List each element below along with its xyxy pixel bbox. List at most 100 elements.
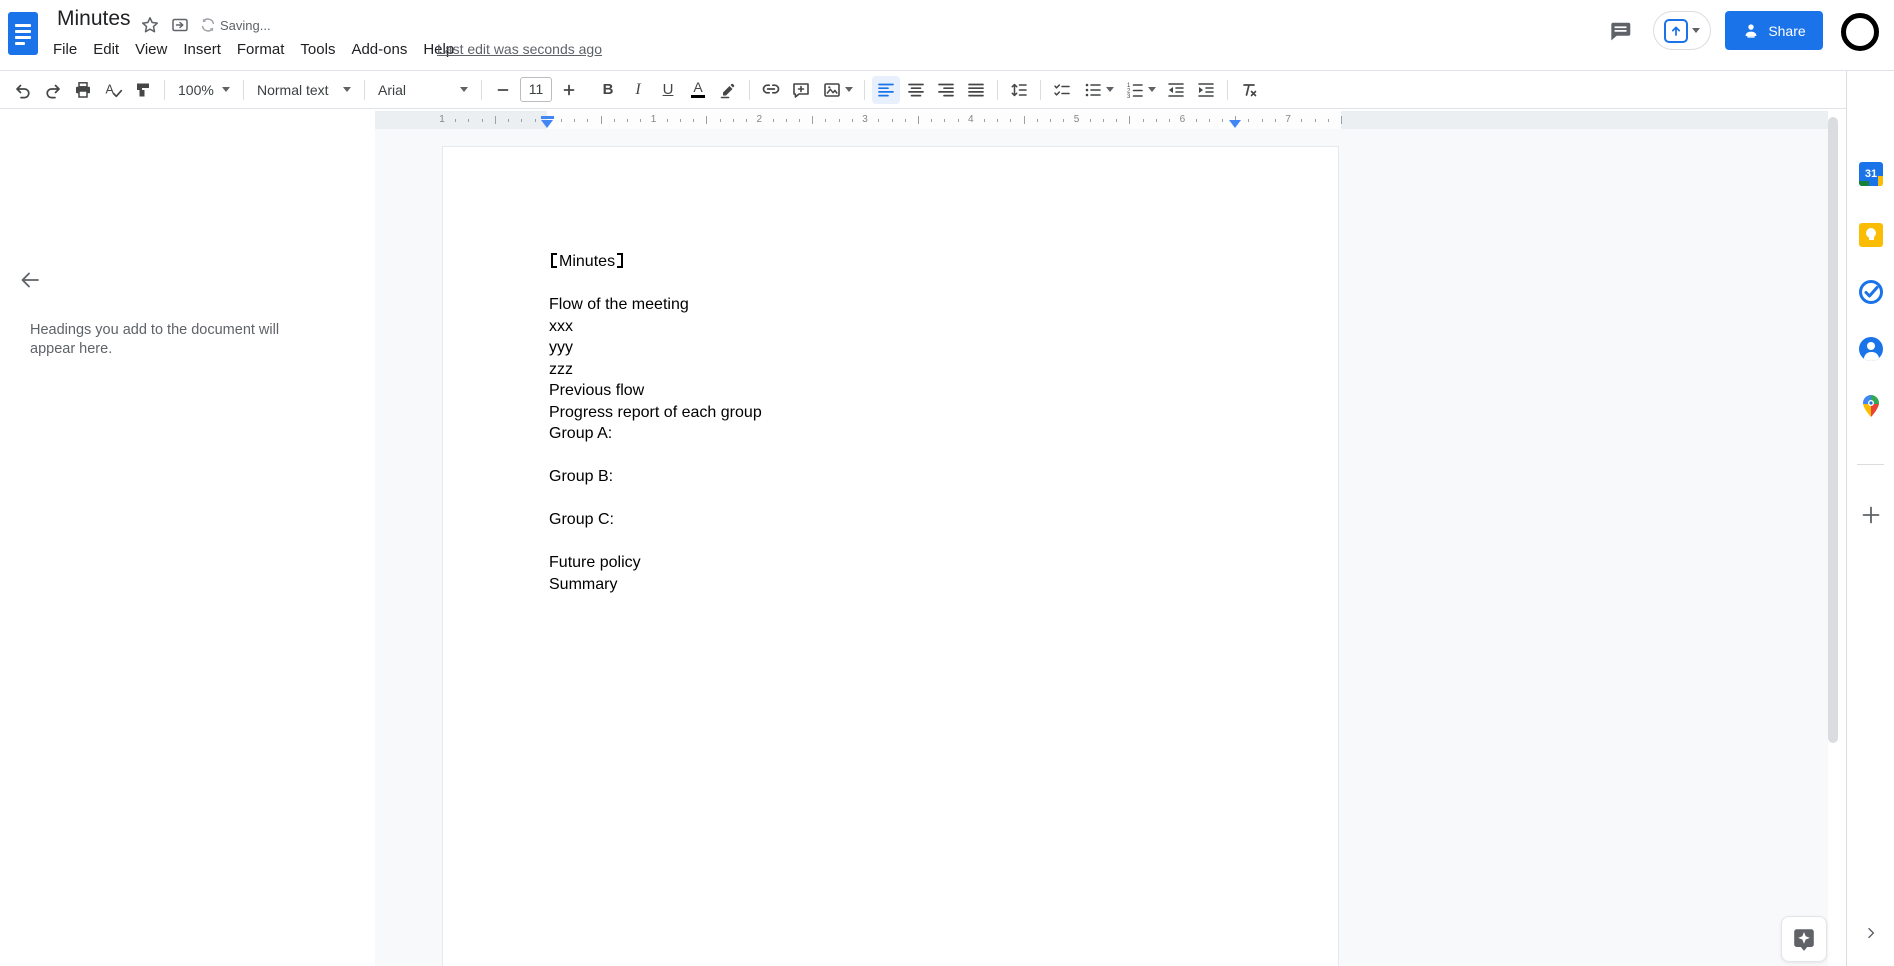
document-page[interactable]: Minutes Flow of the meeting xxx yyy zzz Prev… xyxy=(442,146,1339,966)
google-keep-icon[interactable] xyxy=(1858,222,1884,248)
last-edit-status[interactable]: Last edit was seconds ago xyxy=(437,41,602,57)
document-line[interactable]: Previous flow xyxy=(549,380,1239,402)
align-center-button[interactable] xyxy=(902,76,930,104)
document-text: Minutes Flow of the meeting xxx yyy zzz Prev… xyxy=(549,251,1239,595)
checklist-button[interactable] xyxy=(1048,76,1076,104)
svg-text:A: A xyxy=(106,82,115,96)
share-button[interactable]: Share xyxy=(1725,11,1823,50)
share-lock-person-icon xyxy=(1745,23,1757,38)
paragraph-style-select[interactable]: Normal text xyxy=(250,76,358,104)
sync-icon xyxy=(196,13,220,37)
right-indent-marker[interactable] xyxy=(1228,120,1241,128)
google-calendar-icon[interactable]: 31 xyxy=(1858,161,1884,187)
present-upload-button[interactable] xyxy=(1653,11,1711,50)
toolbar-separator xyxy=(364,79,365,100)
panel-divider xyxy=(1857,464,1884,465)
document-line[interactable]: Group B: xyxy=(549,466,1239,488)
menu-item[interactable]: Edit xyxy=(85,38,127,61)
redo-button[interactable] xyxy=(39,76,67,104)
font-value: Arial xyxy=(378,81,407,98)
toolbar-separator xyxy=(749,79,750,100)
google-maps-icon[interactable] xyxy=(1858,393,1884,419)
document-line[interactable]: Group C: xyxy=(549,509,1239,531)
document-line[interactable]: yyy xyxy=(549,337,1239,359)
google-contacts-icon[interactable] xyxy=(1858,336,1884,362)
toolbar-separator xyxy=(164,79,165,100)
insert-image-button[interactable] xyxy=(817,76,857,104)
increase-indent-button[interactable] xyxy=(1192,76,1220,104)
document-line[interactable]: xxx xyxy=(549,316,1239,338)
share-label: Share xyxy=(1768,22,1806,39)
toolbar-separator xyxy=(243,79,244,100)
toolbar-separator xyxy=(997,79,998,100)
increase-font-size-button[interactable] xyxy=(555,76,583,104)
zoom-value: 100% xyxy=(178,81,214,98)
close-outline-button[interactable] xyxy=(14,264,46,296)
get-add-ons-button[interactable] xyxy=(1858,502,1884,528)
paint-format-button[interactable] xyxy=(129,76,157,104)
google-tasks-icon[interactable] xyxy=(1858,279,1884,305)
numbered-list-button[interactable]: 123 xyxy=(1120,76,1160,104)
back-arrow-icon xyxy=(21,272,39,288)
document-title[interactable]: Minutes xyxy=(57,7,131,31)
font-family-select[interactable]: Arial xyxy=(371,76,475,104)
document-line[interactable]: Group A: xyxy=(549,423,1239,445)
print-button[interactable] xyxy=(69,76,97,104)
star-icon[interactable] xyxy=(138,13,162,37)
document-line[interactable]: Minutes xyxy=(549,251,1239,273)
justify-button[interactable] xyxy=(962,76,990,104)
document-line[interactable]: zzz xyxy=(549,359,1239,381)
bold-button[interactable]: B xyxy=(594,76,622,104)
align-left-button[interactable] xyxy=(872,75,900,104)
chevron-down-icon xyxy=(844,87,853,92)
text-color-button[interactable]: A xyxy=(684,76,712,104)
line-spacing-button[interactable] xyxy=(1005,76,1033,104)
underline-button[interactable]: U xyxy=(654,76,682,104)
align-right-button[interactable] xyxy=(932,76,960,104)
toolbar-separator xyxy=(481,79,482,100)
highlight-color-button[interactable] xyxy=(714,76,742,104)
menu-item[interactable]: Tools xyxy=(292,38,343,61)
font-size-input[interactable]: 11 xyxy=(520,77,552,102)
explore-button[interactable] xyxy=(1781,916,1827,962)
menu-item[interactable]: File xyxy=(45,38,85,61)
document-line[interactable]: Future policy xyxy=(549,552,1239,574)
undo-button[interactable] xyxy=(9,76,37,104)
document-line[interactable] xyxy=(549,531,1239,553)
decrease-font-size-button[interactable] xyxy=(489,76,517,104)
document-line[interactable]: Summary xyxy=(549,574,1239,596)
chevron-down-icon xyxy=(1147,87,1156,92)
toolbar-border xyxy=(0,108,1846,109)
document-line[interactable] xyxy=(549,488,1239,510)
move-folder-icon[interactable] xyxy=(168,13,192,37)
menu-item[interactable]: Insert xyxy=(175,38,229,61)
chevron-down-icon xyxy=(222,87,230,92)
document-line[interactable]: Progress report of each group xyxy=(549,402,1239,424)
left-indent-marker[interactable] xyxy=(540,116,554,128)
show-side-panel-button[interactable] xyxy=(1858,920,1884,946)
saving-status: Saving... xyxy=(220,18,271,33)
italic-button[interactable]: I xyxy=(624,76,652,104)
add-comment-button[interactable] xyxy=(787,76,815,104)
insert-link-button[interactable] xyxy=(757,76,785,104)
vertical-scrollbar-thumb[interactable] xyxy=(1828,117,1838,743)
chevron-down-icon xyxy=(1692,28,1700,33)
comment-history-icon[interactable] xyxy=(1602,14,1638,50)
clear-formatting-button[interactable] xyxy=(1235,76,1263,104)
zoom-select[interactable]: 100% xyxy=(171,76,237,104)
menu-item[interactable]: View xyxy=(127,38,175,61)
chevron-down-icon xyxy=(460,87,468,92)
bulleted-list-button[interactable] xyxy=(1078,76,1118,104)
document-line[interactable] xyxy=(549,445,1239,467)
menu-item[interactable]: Add-ons xyxy=(343,38,415,61)
docs-logo-icon[interactable] xyxy=(8,12,38,55)
menu-item[interactable]: Format xyxy=(229,38,293,61)
document-line[interactable] xyxy=(549,273,1239,295)
ruler[interactable]: 11234567 xyxy=(375,111,1828,129)
outline-placeholder-text: Headings you add to the document will ap… xyxy=(30,322,280,357)
decrease-indent-button[interactable] xyxy=(1162,76,1190,104)
spellcheck-button[interactable]: A xyxy=(99,76,127,104)
upload-arrow-icon xyxy=(1664,18,1688,43)
document-line[interactable]: Flow of the meeting xyxy=(549,294,1239,316)
account-avatar[interactable] xyxy=(1841,13,1879,51)
